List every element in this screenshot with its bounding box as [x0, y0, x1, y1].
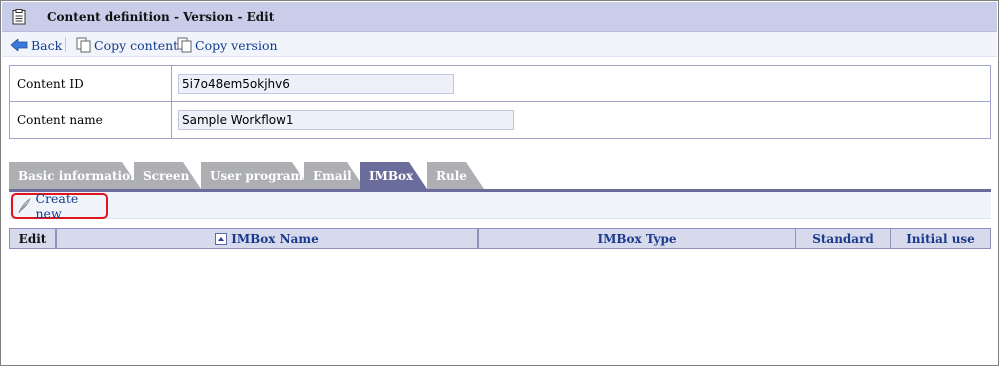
content-id-field[interactable] — [178, 74, 454, 94]
content-id-cell — [173, 66, 990, 101]
toolbar-separator — [65, 37, 66, 52]
tab-label: Screen — [143, 168, 190, 183]
feather-pen-icon — [18, 198, 31, 214]
back-label: Back — [31, 37, 63, 53]
content-name-label: Content name — [10, 102, 172, 138]
column-label: Initial use — [906, 231, 975, 246]
column-header-standard[interactable]: Standard — [795, 228, 891, 249]
copy-version-button[interactable]: Copy version — [177, 36, 278, 54]
tab-label: IMBox — [369, 168, 414, 183]
tab-bar: Basic information Screen User program Em… — [9, 162, 991, 189]
content-info-table: Content ID Content name — [9, 65, 991, 139]
content-id-label: Content ID — [10, 66, 172, 101]
toolbar: Back Copy content Copy version — [2, 32, 997, 57]
copy-content-label: Copy content — [94, 37, 179, 53]
tab-label: Basic information — [18, 168, 139, 183]
action-bar: Create new — [9, 191, 991, 221]
column-header-initial-use[interactable]: Initial use — [890, 228, 991, 249]
column-label: IMBox Type — [597, 231, 677, 246]
tab-screen[interactable]: Screen — [134, 162, 201, 189]
tab-basic-information[interactable]: Basic information — [9, 162, 140, 189]
create-new-label: Create new — [35, 191, 79, 221]
content-id-row: Content ID — [10, 66, 990, 102]
title-bar: Content definition - Version - Edit — [2, 2, 997, 32]
tab-email[interactable]: Email — [304, 162, 365, 189]
column-label: IMBox Name — [231, 231, 319, 246]
tab-imbox[interactable]: IMBox — [360, 162, 427, 189]
back-arrow-icon — [11, 39, 28, 51]
copy-content-button[interactable]: Copy content — [76, 36, 178, 54]
tab-label: User program — [210, 168, 304, 183]
tab-label: Rule — [436, 168, 467, 183]
tab-label: Email — [313, 168, 352, 183]
column-header-imbox-type[interactable]: IMBox Type — [478, 228, 796, 249]
imbox-grid-header: Edit IMBox Name IMBox Type Standard Init… — [9, 228, 991, 249]
back-button[interactable]: Back — [11, 36, 62, 54]
window-frame: Content definition - Version - Edit Back… — [0, 0, 999, 366]
column-header-edit: Edit — [9, 228, 56, 249]
copy-page-icon — [177, 37, 192, 53]
column-header-imbox-name[interactable]: IMBox Name — [56, 228, 478, 249]
page-title: Content definition - Version - Edit — [47, 10, 275, 24]
tab-rule[interactable]: Rule — [427, 162, 484, 189]
content-name-row: Content name — [10, 102, 990, 138]
document-icon — [12, 9, 26, 25]
column-label: Standard — [812, 231, 874, 246]
sort-ascending-icon[interactable] — [215, 232, 228, 245]
content-name-field[interactable] — [178, 110, 514, 130]
copy-version-label: Copy version — [195, 37, 278, 53]
column-label: Edit — [18, 231, 47, 246]
content-name-cell — [173, 102, 990, 138]
copy-page-icon — [76, 37, 91, 53]
tab-user-program[interactable]: User program — [201, 162, 310, 189]
create-new-button[interactable]: Create new — [11, 191, 108, 221]
